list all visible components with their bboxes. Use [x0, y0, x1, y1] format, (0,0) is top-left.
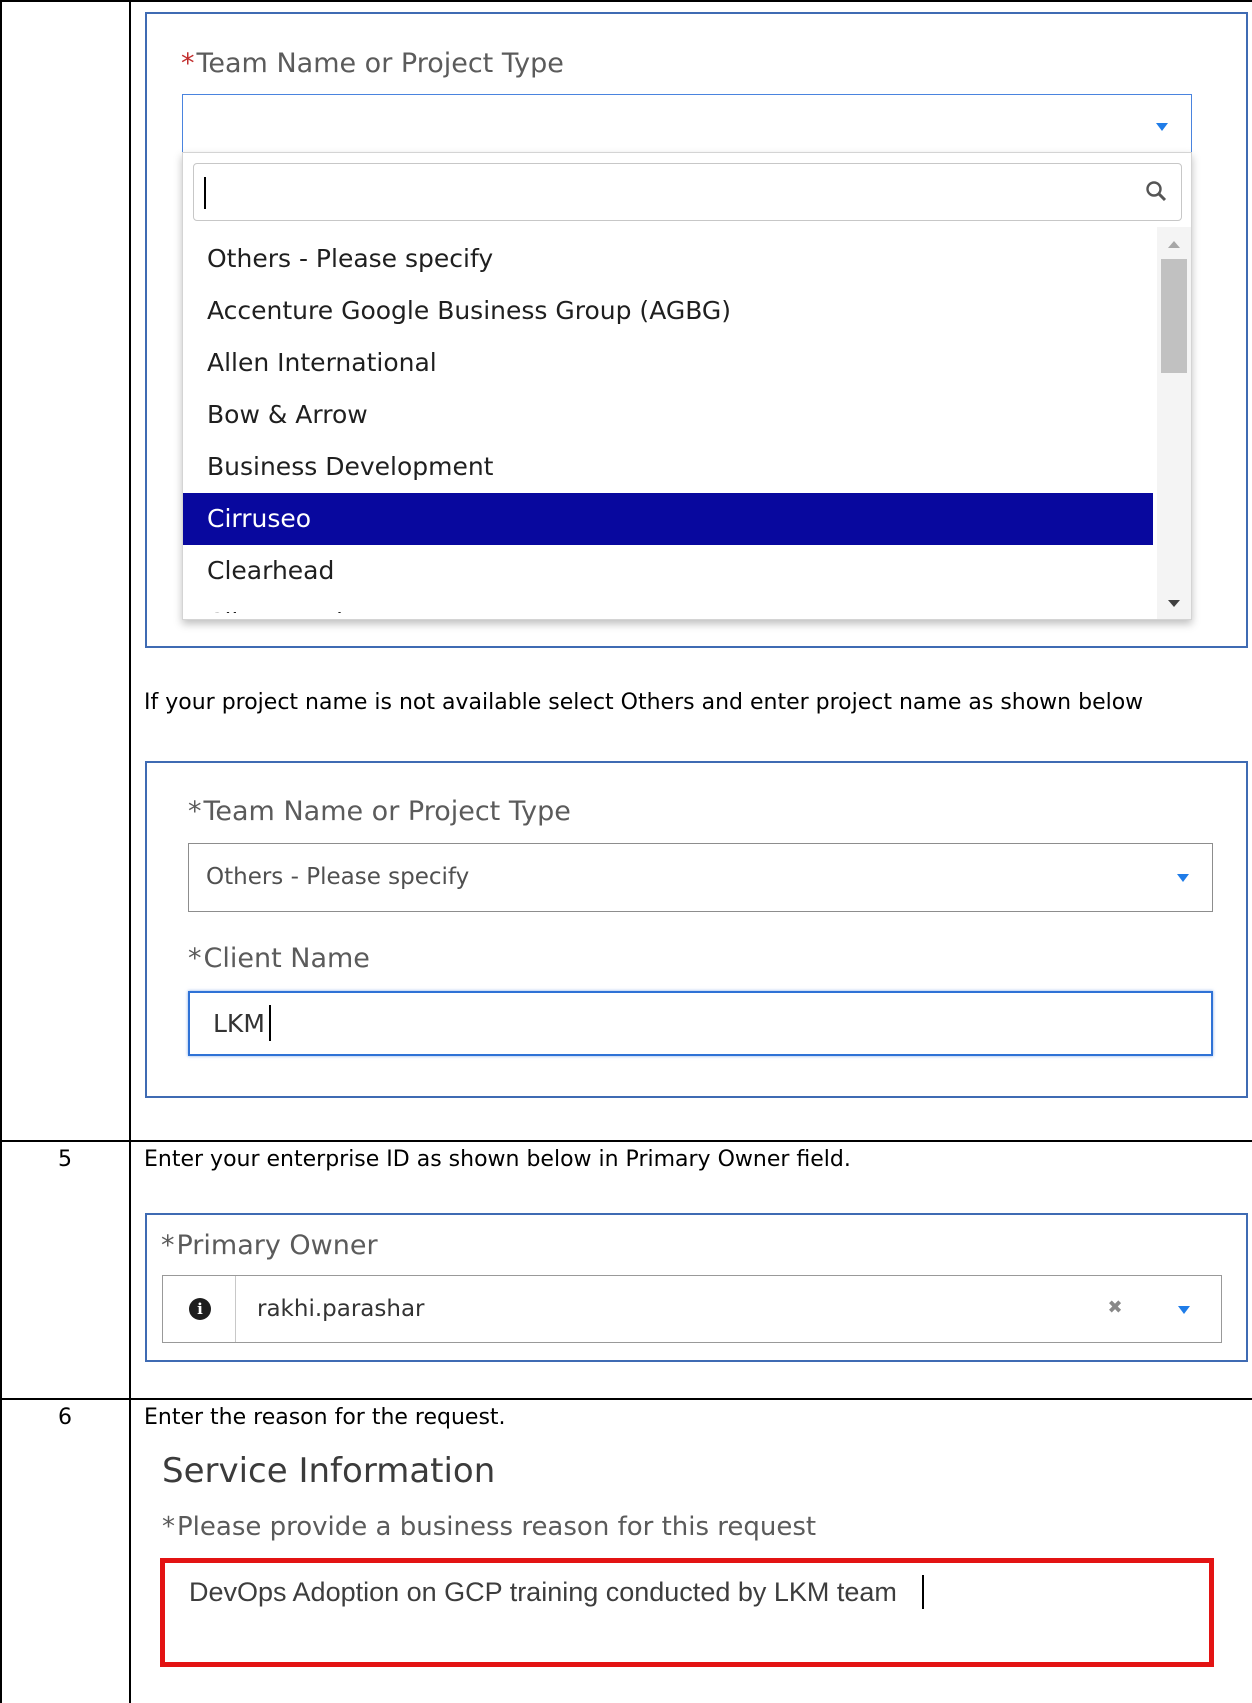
business-reason-textarea[interactable]: DevOps Adoption on GCP training conducte… — [165, 1563, 1209, 1662]
project-name-instruction: If your project name is not available se… — [144, 690, 1144, 715]
table-top-border — [0, 0, 1252, 2]
chevron-down-icon[interactable] — [1178, 1306, 1190, 1314]
client-name-label-text: Client Name — [203, 943, 370, 974]
team-name-select[interactable] — [182, 94, 1192, 154]
team-name-select-2-value: Others - Please specify — [206, 864, 470, 890]
dropdown-option[interactable]: Accenture Google Business Group (AGBG) — [183, 285, 1153, 337]
table-row-divider — [0, 1398, 1252, 1400]
business-reason-label: *Please provide a business reason for th… — [162, 1512, 816, 1542]
dropdown-option[interactable]: Bow & Arrow — [183, 389, 1153, 441]
clear-icon[interactable]: ✖ — [1103, 1296, 1127, 1320]
service-information-heading: Service Information — [162, 1451, 496, 1491]
team-name-label-2: *Team Name or Project Type — [188, 796, 571, 827]
document-page: *Team Name or Project Type Others - Plea… — [0, 0, 1252, 1703]
client-name-label: *Client Name — [188, 943, 370, 974]
info-cell: i — [163, 1276, 236, 1342]
client-name-input[interactable]: LKM — [188, 991, 1213, 1056]
dropdown-option[interactable]: Others - Please specify — [183, 233, 1153, 285]
client-name-value: LKM — [213, 1009, 265, 1038]
info-icon[interactable]: i — [189, 1298, 211, 1320]
required-mark: * — [181, 48, 195, 79]
dropdown-search-field[interactable] — [193, 163, 1182, 221]
text-cursor — [269, 1005, 271, 1041]
dropdown-option[interactable]: Allen International — [183, 337, 1153, 389]
primary-owner-label: *Primary Owner — [161, 1230, 378, 1261]
team-name-label-2-text: Team Name or Project Type — [203, 796, 571, 827]
dropdown-scrollbar[interactable] — [1157, 227, 1191, 619]
required-mark: * — [162, 1512, 175, 1542]
team-name-dropdown: Others - Please specify Accenture Google… — [182, 152, 1192, 620]
search-icon — [1146, 181, 1167, 202]
scroll-up-arrow-icon[interactable] — [1168, 241, 1180, 248]
text-cursor — [922, 1575, 924, 1609]
dropdown-search-input[interactable] — [194, 164, 1104, 220]
dropdown-option[interactable]: Business Development — [183, 441, 1153, 493]
business-reason-value: DevOps Adoption on GCP training conducte… — [189, 1577, 897, 1607]
dropdown-option[interactable]: Clearhead — [183, 545, 1153, 597]
chevron-down-icon — [1177, 874, 1189, 882]
dropdown-option-partial[interactable]: Client Work — [183, 597, 1153, 613]
scrollbar-thumb[interactable] — [1161, 259, 1187, 373]
step-number: 6 — [58, 1405, 72, 1430]
business-reason-highlight: DevOps Adoption on GCP training conducte… — [160, 1558, 1214, 1667]
dropdown-options-list: Others - Please specify Accenture Google… — [183, 233, 1153, 613]
table-row-divider — [0, 1140, 1252, 1142]
step6-instruction: Enter the reason for the request. — [144, 1405, 506, 1430]
team-name-label: *Team Name or Project Type — [181, 48, 564, 79]
scroll-down-arrow-icon[interactable] — [1168, 600, 1180, 607]
table-column-divider — [129, 0, 131, 1703]
required-mark: * — [161, 1230, 175, 1261]
required-mark: * — [188, 796, 202, 827]
primary-owner-field[interactable]: i rakhi.parashar ✖ — [162, 1275, 1222, 1343]
primary-owner-label-text: Primary Owner — [176, 1230, 378, 1261]
chevron-down-icon — [1156, 123, 1168, 131]
step5-instruction: Enter your enterprise ID as shown below … — [144, 1147, 851, 1172]
business-reason-label-text: Please provide a business reason for thi… — [177, 1512, 817, 1542]
team-name-label-text: Team Name or Project Type — [196, 48, 564, 79]
primary-owner-value: rakhi.parashar — [257, 1296, 425, 1322]
team-name-select-2[interactable]: Others - Please specify — [188, 843, 1213, 912]
text-cursor — [204, 177, 206, 209]
required-mark: * — [188, 943, 202, 974]
dropdown-option-selected[interactable]: Cirruseo — [183, 493, 1153, 545]
step-number: 5 — [58, 1147, 72, 1172]
table-left-border — [0, 0, 2, 1703]
